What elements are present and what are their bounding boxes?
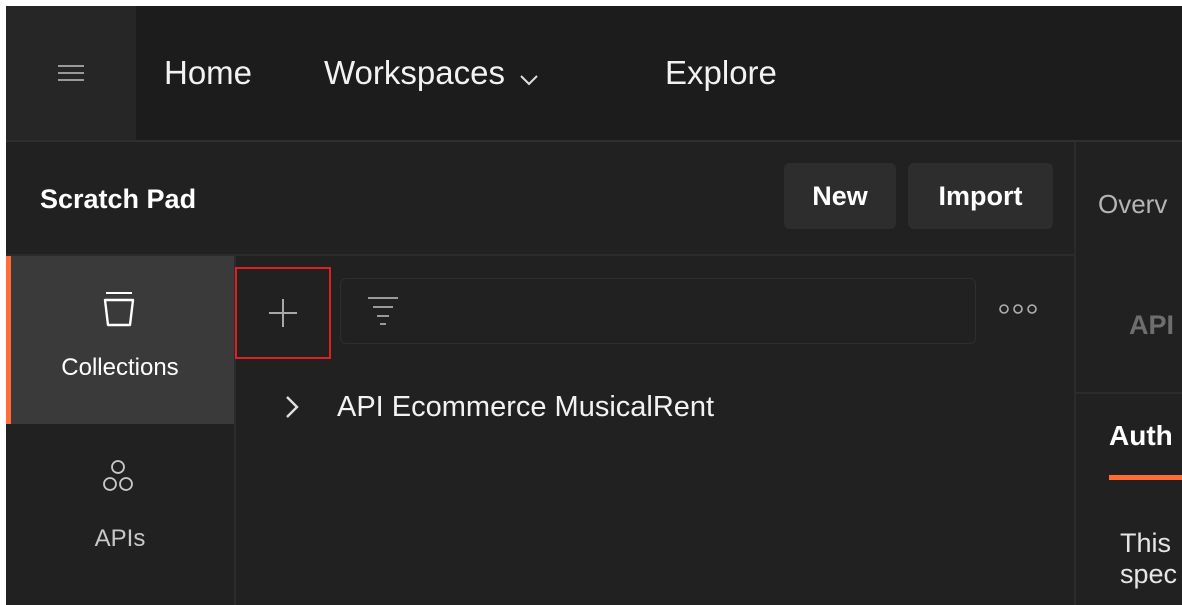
apis-icon	[103, 460, 133, 491]
api-heading: API	[1129, 310, 1175, 340]
menu-button[interactable]	[6, 6, 136, 140]
import-button[interactable]: Import	[908, 163, 1053, 229]
top-nav-bar: Home Workspaces Explore	[6, 6, 1182, 142]
hamburger-icon	[58, 65, 84, 81]
sidebar-item-collections[interactable]	[6, 256, 234, 424]
nav-home[interactable]: Home	[164, 50, 252, 96]
sidebar-item-label-collections: Collections	[61, 354, 179, 381]
app-window: Home Workspaces Explore Scratch Pad New …	[6, 6, 1182, 605]
collections-icon	[102, 291, 136, 327]
collection-item[interactable]: API Ecommerce MusicalRent	[337, 389, 714, 425]
sidebar-item-apis[interactable]	[102, 459, 134, 493]
nav-workspaces[interactable]: Workspaces	[324, 50, 539, 98]
more-options-button[interactable]	[998, 302, 1038, 320]
workspace-title: Scratch Pad	[40, 184, 197, 214]
active-indicator	[6, 256, 11, 424]
more-icon	[999, 304, 1037, 314]
chevron-down-icon	[519, 52, 539, 98]
pane-divider	[1074, 142, 1076, 605]
chevron-right-icon[interactable]	[282, 393, 302, 426]
nav-explore[interactable]: Explore	[665, 50, 777, 96]
filter-icon[interactable]	[368, 291, 398, 334]
new-button[interactable]: New	[784, 163, 896, 229]
description-line-1: This	[1120, 528, 1172, 558]
nav-workspaces-label: Workspaces	[324, 54, 505, 91]
description-text: This spec	[1120, 528, 1182, 590]
active-tab-indicator	[1109, 475, 1182, 480]
add-collection-button[interactable]	[235, 267, 331, 359]
sidebar-item-label-apis: APIs	[94, 525, 146, 552]
tab-overview[interactable]: Overv	[1098, 188, 1167, 220]
plus-icon	[269, 299, 297, 327]
divider	[1076, 392, 1182, 394]
filter-input[interactable]	[340, 278, 976, 344]
tab-authorization[interactable]: Auth	[1109, 419, 1173, 453]
description-line-2: spec	[1120, 559, 1178, 589]
